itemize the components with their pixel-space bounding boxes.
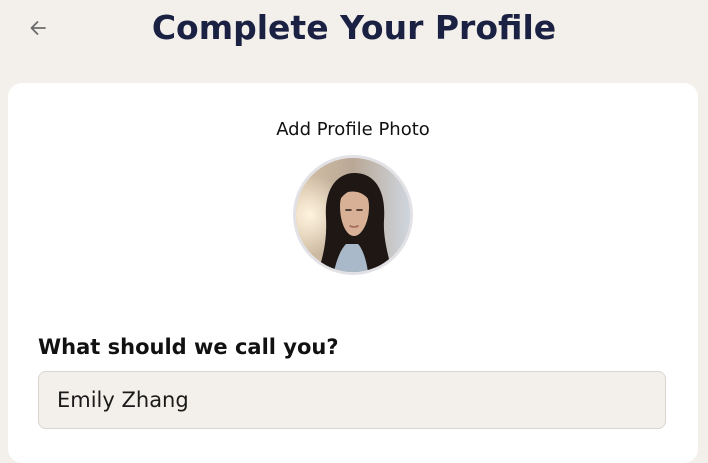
- name-input[interactable]: [38, 371, 666, 429]
- add-photo-label: Add Profile Photo: [276, 119, 430, 140]
- name-field-label: What should we call you?: [38, 335, 339, 359]
- header: Complete Your Profile: [0, 0, 708, 70]
- profile-card: Add Profile Photo What should we call yo…: [8, 83, 698, 463]
- page-title: Complete Your Profile: [151, 8, 557, 47]
- profile-photo-avatar[interactable]: [293, 155, 413, 275]
- avatar-image: [296, 158, 410, 272]
